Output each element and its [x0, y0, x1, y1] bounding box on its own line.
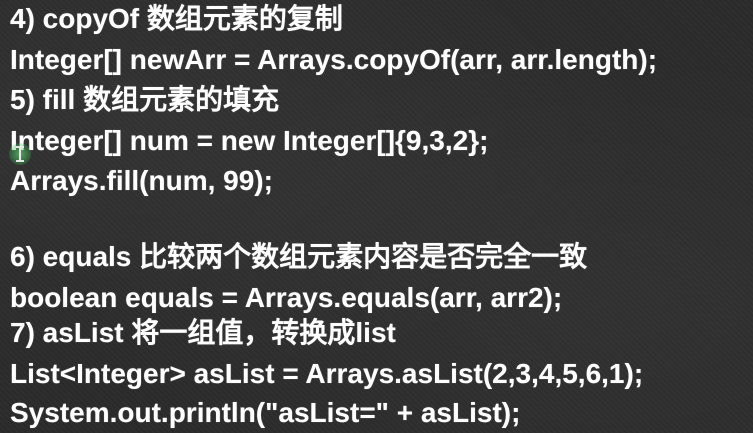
slide-board: 4) copyOf 数组元素的复制 Integer[] newArr = Arr… — [0, 0, 753, 433]
section-heading-equals: 6) equals 比较两个数组元素内容是否完全一致 — [10, 241, 588, 272]
code-line-println: System.out.println("asList=" + asList); — [10, 397, 521, 428]
code-line-fill-call: Arrays.fill(num, 99); — [10, 165, 273, 196]
code-line-equals: boolean equals = Arrays.equals(arr, arr2… — [10, 282, 563, 313]
code-line-aslist: List<Integer> asList = Arrays.asList(2,3… — [10, 358, 644, 389]
text-cursor-icon — [16, 146, 24, 162]
section-heading-copyof: 4) copyOf 数组元素的复制 — [10, 3, 343, 34]
section-heading-aslist: 7) asList 将一组值，转换成list — [10, 317, 396, 348]
code-line-copyof: Integer[] newArr = Arrays.copyOf(arr, ar… — [10, 44, 658, 75]
section-heading-fill: 5) fill 数组元素的填充 — [10, 84, 280, 115]
code-line-fill-declare: Integer[] num = new Integer[]{9,3,2}; — [10, 125, 489, 156]
